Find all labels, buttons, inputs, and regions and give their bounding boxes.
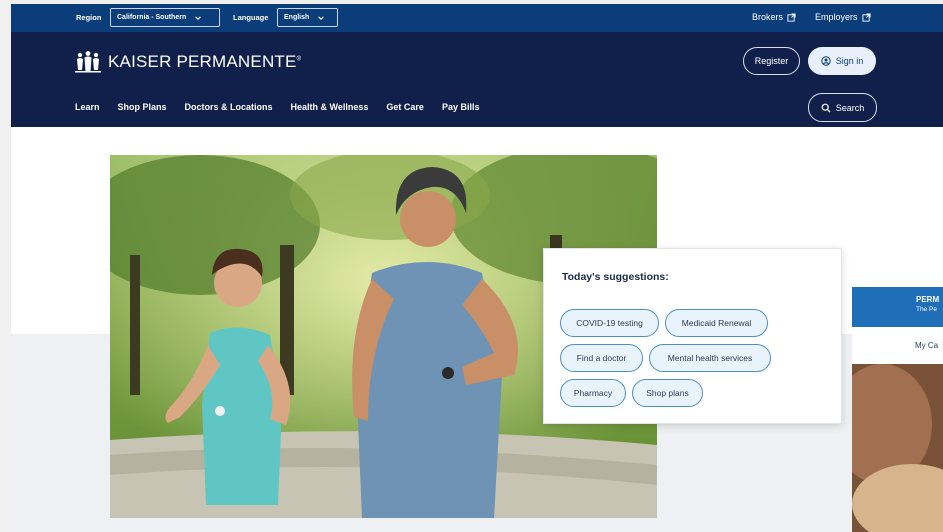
sign-in-button[interactable]: Sign in: [808, 47, 876, 75]
sign-in-label: Sign in: [835, 56, 864, 66]
kp-logo[interactable]: KAISER PERMANENTE®: [74, 50, 301, 74]
employers-link[interactable]: Employers: [815, 12, 871, 22]
nav-doctors-locations[interactable]: Doctors & Locations: [185, 102, 273, 112]
nav-shop-plans[interactable]: Shop Plans: [118, 102, 167, 112]
language-value: English: [284, 14, 310, 21]
suggestions-title: Today's suggestions:: [562, 271, 669, 283]
logo-wordmark: KAISER PERMANENTE: [108, 52, 297, 71]
nav-learn[interactable]: Learn: [75, 102, 100, 112]
side-card-title: PERM: [916, 295, 940, 304]
brokers-link[interactable]: Brokers: [752, 12, 796, 22]
external-link-icon: [861, 12, 871, 22]
employers-label: Employers: [815, 12, 858, 22]
language-label: Language: [233, 13, 269, 22]
register-button[interactable]: Register: [743, 47, 800, 75]
utility-bar: Region California - Southern Language En…: [11, 4, 943, 32]
user-icon: [821, 56, 831, 66]
side-card-image: [852, 364, 943, 532]
chip-pharmacy[interactable]: Pharmacy: [560, 379, 626, 407]
chip-shop-plans[interactable]: Shop plans: [632, 379, 703, 407]
side-card-photo: [852, 364, 943, 532]
side-card: PERM The Pe My Ca: [852, 287, 943, 532]
search-button[interactable]: Search: [808, 93, 877, 122]
primary-nav: Learn Shop Plans Doctors & Locations Hea…: [75, 102, 479, 112]
chevron-down-icon: [195, 15, 202, 20]
search-icon: [821, 103, 831, 112]
main-header: KAISER PERMANENTE® Register Sign in Lear…: [11, 32, 943, 127]
page-frame: Region California - Southern Language En…: [11, 4, 943, 532]
nav-health-wellness[interactable]: Health & Wellness: [291, 102, 369, 112]
search-label: Search: [835, 102, 865, 113]
nav-get-care[interactable]: Get Care: [386, 102, 424, 112]
nav-pay-bills[interactable]: Pay Bills: [442, 102, 480, 112]
region-select[interactable]: California - Southern: [110, 8, 220, 27]
chip-medicaid-renewal[interactable]: Medicaid Renewal: [665, 309, 768, 337]
kp-logo-icon: [75, 51, 101, 73]
logo-registered-mark: ®: [296, 56, 302, 63]
side-card-header: PERM The Pe: [852, 287, 943, 327]
brokers-label: Brokers: [752, 12, 784, 22]
chip-covid-testing[interactable]: COVID-19 testing: [560, 309, 659, 337]
side-card-link[interactable]: My Ca: [915, 341, 938, 350]
chip-mental-health-services[interactable]: Mental health services: [649, 344, 771, 372]
logo-text: KAISER PERMANENTE®: [108, 52, 301, 72]
side-card-subtitle: The Pe: [916, 306, 937, 313]
external-link-icon: [787, 12, 796, 22]
language-select[interactable]: English: [277, 8, 338, 27]
region-label: Region: [76, 13, 102, 22]
region-value: California - Southern: [117, 14, 187, 21]
suggestions-panel: Today's suggestions: COVID-19 testing Me…: [543, 248, 842, 424]
chevron-down-icon: [318, 15, 325, 20]
chip-find-a-doctor[interactable]: Find a doctor: [560, 344, 643, 372]
